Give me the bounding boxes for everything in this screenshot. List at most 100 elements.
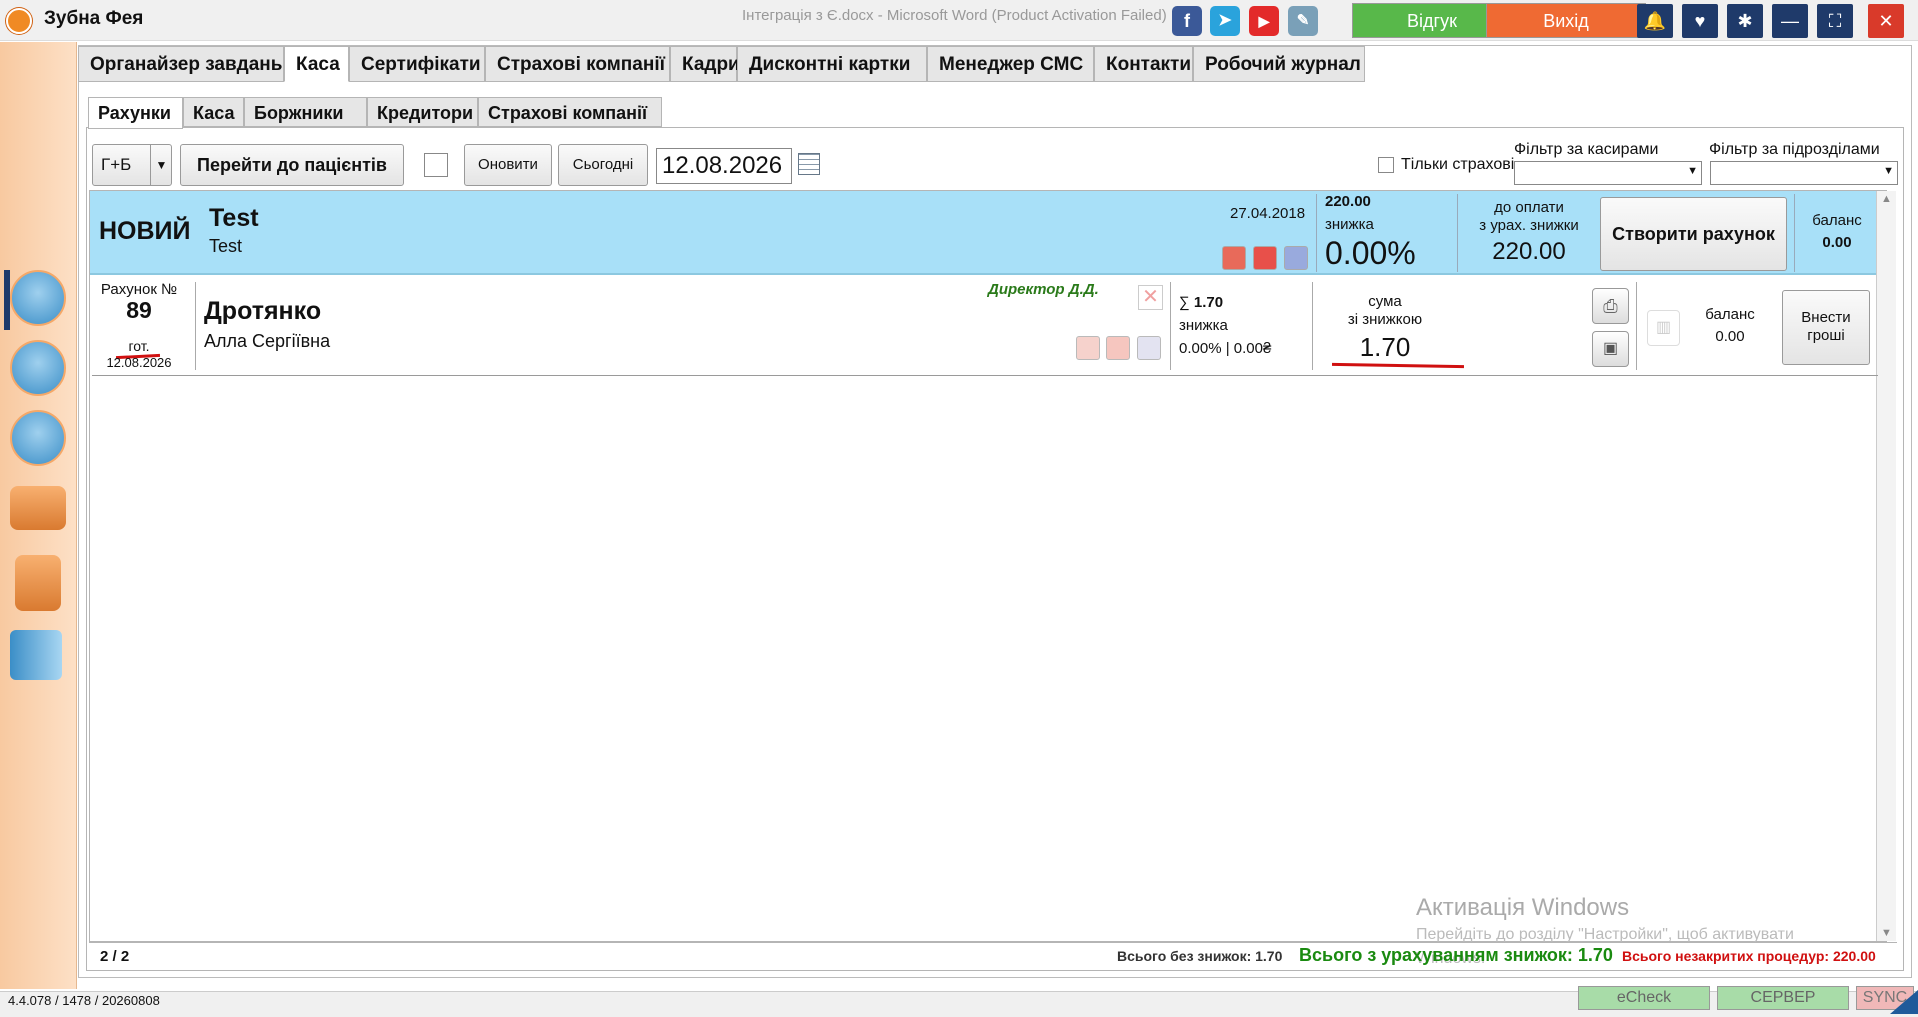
tab-0[interactable]: Органайзер завдань [78,46,284,82]
invoice-discount: 0.00% | 0.00₴ [1179,340,1272,357]
new-discount-label: знижка [1325,216,1374,233]
support-icon[interactable]: ✎ [1288,6,1318,36]
exit-button[interactable]: Вихід [1486,3,1646,38]
today-button[interactable]: Сьогодні [558,144,648,186]
subtab-2[interactable]: Боржники [244,97,367,127]
minimize-icon[interactable]: — [1772,4,1808,38]
chevron-down-icon: ▼ [1883,165,1894,177]
edit-icon[interactable] [1284,246,1308,270]
resize-grip-icon[interactable] [1890,990,1918,1014]
patients-icon[interactable] [10,340,66,396]
refresh-button[interactable]: Оновити [464,144,552,186]
window-title: Інтеграція з Є.docx - Microsoft Word (Pr… [742,7,1167,24]
new-balance-label: баланс [1812,212,1862,229]
tab-7[interactable]: Контакти [1094,46,1193,82]
divider [1312,282,1313,370]
date-field[interactable]: 12.08.2026 [656,148,792,184]
new-amount: 220.00 [1325,193,1371,210]
topay-amount: 220.00 [1492,238,1566,265]
journal-icon[interactable] [15,555,61,611]
subtab-1[interactable]: Каса [183,97,244,127]
facebook-icon[interactable]: f [1172,6,1202,36]
division-filter-label: Фільтр за підрозділами [1709,141,1880,158]
echeck-button[interactable]: eCheck [1578,986,1710,1010]
currency-icon[interactable] [1253,246,1277,270]
maximize-icon[interactable]: ⛶ [1817,4,1853,38]
app-logo-icon [6,8,32,34]
currency-icon[interactable] [1106,336,1130,360]
invoice-number: 89 [126,297,152,323]
chart-icon[interactable]: ▥ [1647,310,1680,346]
cash-register-icon[interactable]: ▣ [1592,331,1629,367]
cashier-filter-select[interactable]: ▼ [1514,161,1702,185]
deposit-label-2: гроші [1807,327,1845,344]
add-procedure-icon[interactable] [1076,336,1100,360]
notifications-icon[interactable]: 🔔 [1637,4,1673,38]
new-patient-name: Test [209,204,259,232]
calendar-icon[interactable] [798,153,820,175]
chevron-down-icon[interactable]: ▼ [150,145,172,185]
version: 4.4.078 / 1478 / 20260808 [8,993,160,1008]
cashier-icon[interactable] [10,270,66,326]
settings-icon[interactable]: ✱ [1727,4,1763,38]
only-insurance-checkbox[interactable] [1378,157,1394,173]
new-patient-sub: Test [209,236,243,256]
delete-icon[interactable]: ✕ [1138,285,1163,310]
watermark-title: Активація Windows [1416,894,1630,921]
new-discount: 0.00% [1325,235,1416,271]
close-icon[interactable]: ✕ [1868,4,1904,38]
divider [1457,194,1458,272]
new-status: НОВИЙ [99,217,191,245]
tab-8[interactable]: Робочий журнал [1193,46,1365,82]
topay-label-2: з урах. знижки [1479,217,1579,234]
division-filter-select[interactable]: ▼ [1710,161,1898,185]
tab-3[interactable]: Страхові компанії [485,46,670,82]
invoice-date: 12.08.2026 [106,355,172,370]
patient-name: Алла Сергіївна [204,331,331,351]
subtab-4[interactable]: Страхові компанії [478,97,662,127]
invoice-balance-label: баланс [1705,306,1755,323]
only-insurance-label: Тільки страхові [1401,156,1515,173]
tab-5[interactable]: Дисконтні картки [737,46,927,82]
select-all-checkbox[interactable] [424,153,448,177]
tab-1[interactable]: Каса [284,46,349,82]
total-label-2: зі знижкою [1347,311,1423,328]
goto-patients-button[interactable]: Перейти до пацієнтів [180,144,404,186]
invoice-discount-label: знижка [1179,317,1228,334]
invoice-sum: 1.70 [1193,294,1224,311]
invoice-balance: 0.00 [1715,328,1745,345]
total-label-1: сума [1368,293,1402,310]
edit-icon[interactable] [1137,336,1161,360]
server-button[interactable]: СЕРВЕР [1717,986,1849,1010]
subtab-3[interactable]: Кредитори [367,97,478,127]
invoice-state: гот. [128,338,150,354]
invoice-number-label: Рахунок № [100,281,178,298]
cashier-filter-label: Фільтр за касирами [1514,141,1659,158]
tab-2[interactable]: Сертифікати [349,46,485,82]
divider [1636,282,1637,370]
deposit-label-1: Внести [1801,309,1851,326]
scrollbar[interactable]: ▲ ▼ [1876,191,1896,941]
telegram-icon[interactable]: ➤ [1210,6,1240,36]
tab-4[interactable]: Кадри [670,46,740,82]
heart-icon[interactable]: ♥ [1682,4,1718,38]
add-procedure-icon[interactable] [1222,246,1246,270]
chevron-down-icon: ▼ [1687,165,1698,177]
total-with-discount: Всього з урахуванням знижок: 1.70 [1299,945,1613,965]
info-icon[interactable] [10,630,62,680]
patient-surname: Дротянко [204,297,322,325]
total-unclosed: Всього незакритих процедур: 220.00 [1622,948,1876,964]
app-title: Зубна Фея [44,8,144,29]
warehouse-icon[interactable] [10,486,66,530]
tab-6[interactable]: Менеджер СМС [927,46,1094,82]
create-invoice-button[interactable]: Створити рахунок [1600,197,1787,271]
divider [1794,194,1795,272]
deposit-button[interactable]: Внести гроші [1782,290,1870,365]
topay-label-1: до оплати [1494,199,1564,216]
new-balance: 0.00 [1822,234,1852,251]
doctor-icon[interactable] [10,410,66,466]
subtab-0[interactable]: Рахунки [88,97,183,129]
printer-icon[interactable]: ⎙ [1592,288,1629,324]
youtube-icon[interactable]: ▶ [1249,6,1279,36]
total-without-discount: Всього без знижок: 1.70 [1117,948,1283,964]
